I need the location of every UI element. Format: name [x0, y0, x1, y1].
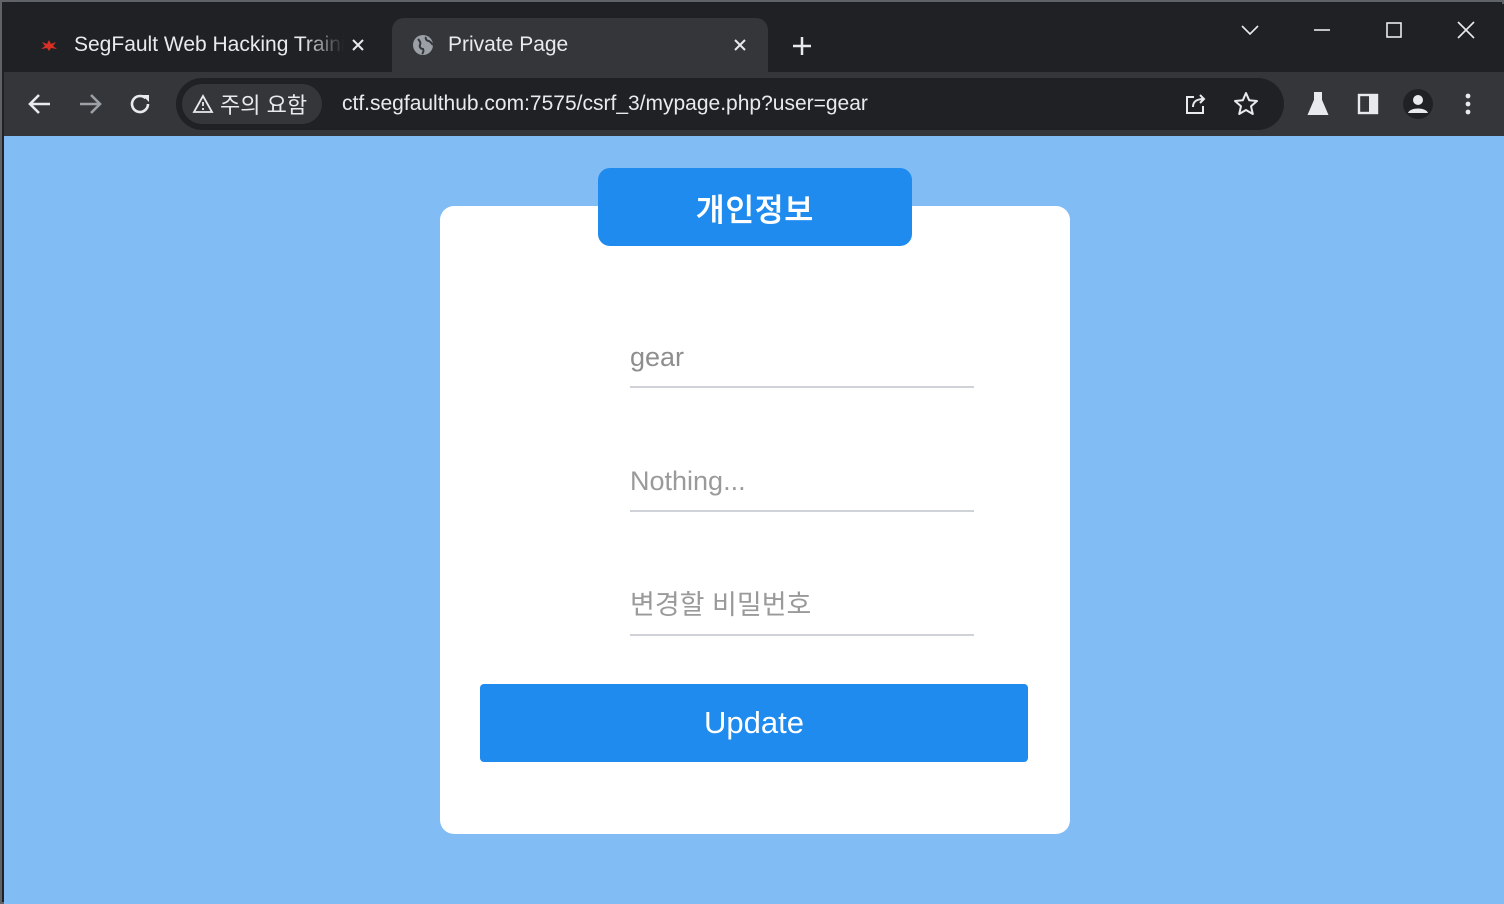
back-arrow-icon[interactable]	[20, 84, 60, 124]
minimize-icon[interactable]	[1302, 10, 1342, 50]
browser-window: SegFault Web Hacking Training Private Pa…	[0, 0, 1504, 904]
tab-search-icon[interactable]	[1230, 10, 1270, 50]
forward-arrow-icon[interactable]	[70, 84, 110, 124]
profile-icon[interactable]	[1398, 84, 1438, 124]
security-label: 주의 요함	[220, 93, 308, 118]
tab-private-page[interactable]: Private Page	[392, 18, 768, 72]
security-chip[interactable]: 주의 요함	[182, 84, 322, 124]
username-input[interactable]	[630, 334, 974, 388]
segfault-bug-icon	[38, 34, 60, 56]
reload-icon[interactable]	[120, 84, 160, 124]
globe-icon	[412, 34, 434, 56]
tab-segfault[interactable]: SegFault Web Hacking Training	[4, 18, 390, 72]
tab-title: Private Page	[448, 33, 569, 56]
close-window-icon[interactable]	[1446, 10, 1486, 50]
page-title: 개인정보	[598, 168, 912, 246]
close-tab-icon[interactable]	[344, 31, 372, 59]
flask-icon[interactable]	[1298, 84, 1338, 124]
update-button[interactable]: Update	[480, 684, 1028, 762]
maximize-icon[interactable]	[1374, 10, 1414, 50]
url-text[interactable]: ctf.segfaulthub.com:7575/csrf_3/mypage.p…	[342, 78, 868, 130]
browser-toolbar: 주의 요함 ctf.segfaulthub.com:7575/csrf_3/my…	[4, 72, 1504, 136]
tab-strip: SegFault Web Hacking Training Private Pa…	[4, 4, 1504, 72]
kebab-menu-icon[interactable]	[1448, 84, 1488, 124]
tab-title: SegFault Web Hacking Training	[74, 33, 344, 56]
warning-icon	[192, 94, 214, 113]
new-tab-button[interactable]	[784, 28, 820, 64]
page-viewport: 개인정보 Update	[4, 136, 1504, 904]
close-tab-icon[interactable]	[726, 31, 754, 59]
address-bar[interactable]: 주의 요함 ctf.segfaulthub.com:7575/csrf_3/my…	[176, 78, 1284, 130]
star-icon[interactable]	[1226, 84, 1266, 124]
new-password-input[interactable]	[630, 582, 974, 636]
share-icon[interactable]	[1176, 84, 1216, 124]
info-input[interactable]	[630, 458, 974, 512]
side-panel-icon[interactable]	[1348, 84, 1388, 124]
